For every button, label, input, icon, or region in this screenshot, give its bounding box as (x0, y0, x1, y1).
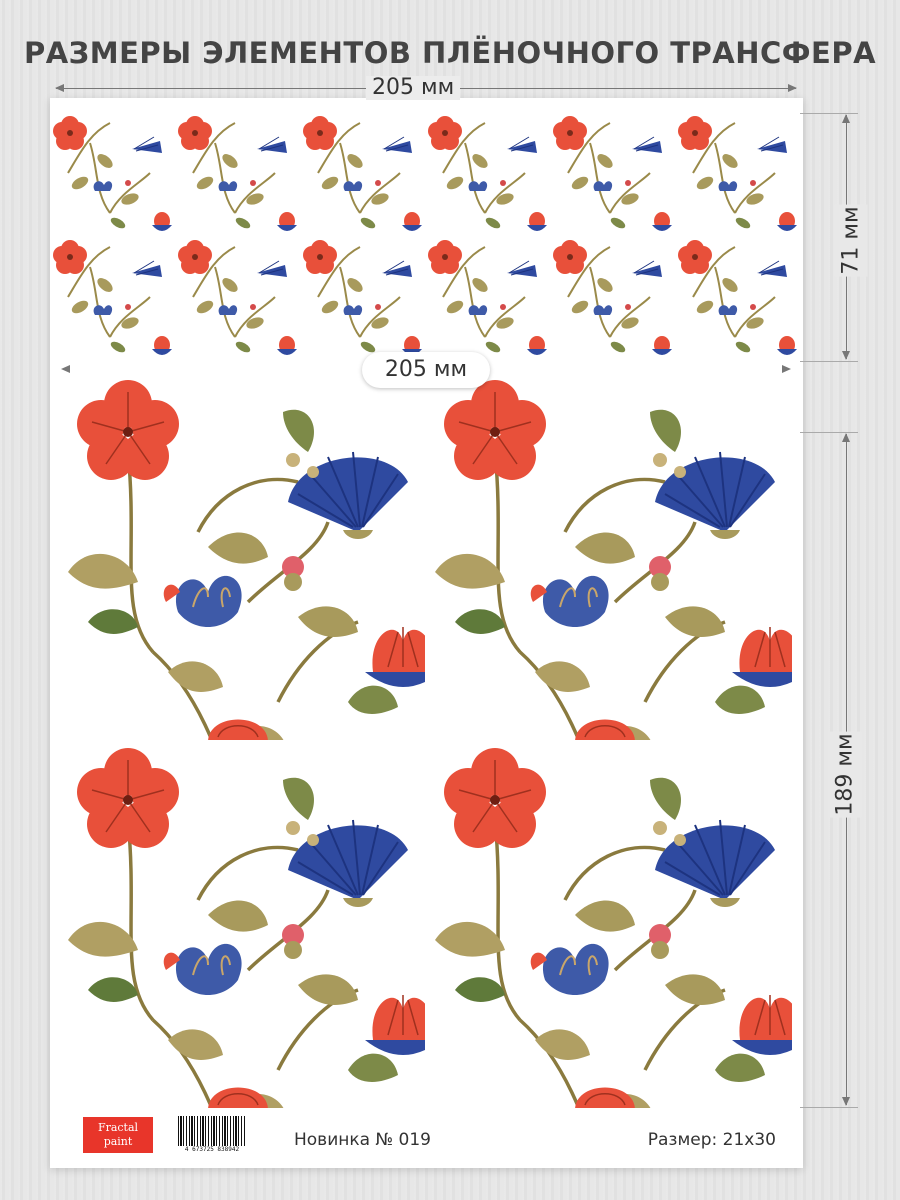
big-height-label: 189 мм (828, 731, 862, 818)
big-width-label: 205 мм (362, 352, 490, 388)
barcode: 4 673725 838942 (178, 1116, 246, 1156)
brand-line-1: Fractal (97, 1121, 139, 1134)
big-bottom-tick (800, 1107, 858, 1108)
page-title: РАЗМЕРЫ ЭЛЕМЕНТОВ ПЛЁНОЧНОГО ТРАНСФЕРА (23, 36, 877, 70)
strip-bottom-tick (800, 361, 858, 362)
barcode-number: 4 673725 838942 (184, 1146, 240, 1153)
barcode-bars (178, 1116, 246, 1146)
brand-line-2: paint (103, 1135, 133, 1148)
pattern-strip (50, 113, 802, 361)
strip-height-label: 71 мм (834, 204, 868, 277)
novelty-label: Новинка № 019 (294, 1130, 431, 1150)
small-floral-pattern (50, 113, 802, 361)
brand-logo: Fractal paint (83, 1117, 153, 1153)
pattern-large (58, 372, 792, 1108)
large-floral-pattern (58, 372, 792, 1108)
top-width-label: 205 мм (366, 76, 461, 100)
size-label: Размер: 21х30 (647, 1130, 776, 1150)
